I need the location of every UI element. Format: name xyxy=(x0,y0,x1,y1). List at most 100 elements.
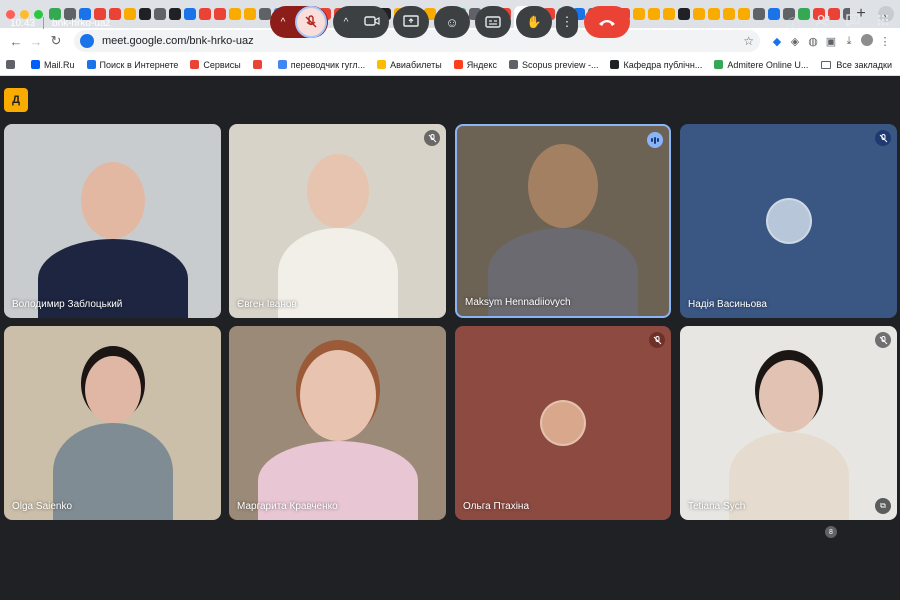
browser-tab[interactable] xyxy=(633,8,645,20)
hangup-icon xyxy=(599,20,615,26)
browser-menu-icon[interactable]: ⋮ xyxy=(876,35,894,48)
url-text: meet.google.com/bnk-hrko-uaz xyxy=(102,35,254,47)
participant-video xyxy=(488,144,638,316)
participant-tile[interactable]: Maksym Hennadiiovych xyxy=(455,124,671,318)
back-arrow-icon[interactable]: ← xyxy=(6,34,26,49)
participant-video xyxy=(728,360,849,520)
participant-tile[interactable]: Надія Васиньова xyxy=(680,124,897,318)
browser-tab[interactable] xyxy=(738,8,750,20)
bookmark-item[interactable]: Сервисы xyxy=(190,60,241,70)
browser-tab[interactable] xyxy=(184,8,196,20)
camera-options-chevron-up-icon[interactable]: ^ xyxy=(335,17,357,28)
camera-control-group: ^ xyxy=(333,6,389,38)
meeting-info-button[interactable]: ⓘ xyxy=(783,14,803,33)
speaking-indicator-icon xyxy=(647,132,663,148)
all-bookmarks-button[interactable]: Все закладки xyxy=(821,60,892,70)
captions-button[interactable] xyxy=(475,6,511,38)
mic-muted-icon xyxy=(424,130,440,146)
camera-button[interactable] xyxy=(357,15,387,30)
participant-name: Tetiana Sych xyxy=(688,501,746,512)
participant-tile[interactable]: Євген Іванов xyxy=(229,124,446,318)
mic-control-group: ^ xyxy=(270,6,328,38)
raise-hand-button[interactable]: ✋ xyxy=(516,6,552,38)
browser-tab[interactable] xyxy=(768,8,780,20)
participant-count-badge: 8 xyxy=(825,526,837,538)
activities-button[interactable] xyxy=(873,14,893,29)
browser-tab[interactable] xyxy=(169,8,181,20)
browser-tab[interactable] xyxy=(708,8,720,20)
mic-options-chevron-up-icon[interactable]: ^ xyxy=(271,17,295,28)
profile-avatar[interactable] xyxy=(858,33,876,49)
chat-button[interactable] xyxy=(843,14,863,30)
bookmark-label: переводчик гугл... xyxy=(290,59,366,70)
bookmark-item[interactable]: Кафедра публічн... xyxy=(610,60,702,70)
bookmark-favicon-icon xyxy=(453,60,463,69)
browser-tab[interactable] xyxy=(259,8,271,20)
participant-name: Maksym Hennadiiovych xyxy=(465,297,571,308)
download-icon[interactable]: ⤓ xyxy=(840,35,858,48)
bookmark-star-icon[interactable]: ☆ xyxy=(743,34,754,48)
captions-icon xyxy=(485,16,501,28)
participant-tile[interactable]: Володимир Заблоцький xyxy=(4,124,221,318)
participant-video xyxy=(52,356,173,520)
bookmark-favicon-icon xyxy=(714,60,724,69)
browser-tab[interactable] xyxy=(139,8,151,20)
browser-tab[interactable] xyxy=(663,8,675,20)
browser-tab[interactable] xyxy=(244,8,256,20)
bookmark-favicon-icon xyxy=(31,60,40,69)
forward-arrow-icon[interactable]: → xyxy=(26,34,46,49)
extension-icon[interactable]: ◈ xyxy=(786,35,804,48)
mic-off-icon xyxy=(305,15,317,28)
site-info-icon[interactable] xyxy=(80,34,94,48)
browser-tab[interactable] xyxy=(214,8,226,20)
browser-tab[interactable] xyxy=(199,8,211,20)
bookmark-item[interactable] xyxy=(252,60,266,70)
present-screen-button[interactable] xyxy=(393,6,429,38)
browser-tab[interactable] xyxy=(109,8,121,20)
bookmark-item[interactable]: Авиабилеты xyxy=(377,60,442,70)
participant-tile[interactable]: Olga Saienko xyxy=(4,326,221,520)
extension-icon[interactable]: ◆ xyxy=(768,35,786,48)
extensions-puzzle-icon[interactable]: ▣ xyxy=(822,35,840,48)
leave-call-button[interactable] xyxy=(584,6,630,38)
info-icon: ⓘ xyxy=(786,17,800,32)
emoji-icon: ☺ xyxy=(445,14,459,30)
participant-tile[interactable]: Tetiana Sych ⧉ xyxy=(680,326,897,520)
browser-tab[interactable] xyxy=(693,8,705,20)
participant-name: Володимир Заблоцький xyxy=(12,299,123,310)
apps-grid-icon[interactable] xyxy=(6,60,19,69)
extension-icon[interactable]: ◍ xyxy=(804,35,822,48)
meet-activity-logo[interactable]: Д xyxy=(4,88,28,112)
browser-tab[interactable] xyxy=(124,8,136,20)
bookmark-label: Поиск в Интернете xyxy=(99,59,179,70)
bookmark-item[interactable]: Scopus preview -... xyxy=(508,60,598,70)
participant-avatar xyxy=(765,198,812,244)
browser-tab[interactable] xyxy=(154,8,166,20)
bookmark-item[interactable]: Admitere Online U... xyxy=(714,60,808,70)
bookmark-item[interactable]: Mail.Ru xyxy=(31,60,75,70)
mic-off-button[interactable] xyxy=(295,6,327,38)
participant-tile[interactable]: Ольга Птахіна xyxy=(455,326,671,520)
participant-video xyxy=(257,350,418,520)
bookmark-label: Авиабилеты xyxy=(390,59,442,70)
browser-tab[interactable] xyxy=(723,8,735,20)
browser-tab[interactable] xyxy=(678,8,690,20)
bookmark-item[interactable]: Поиск в Интернете xyxy=(86,59,179,70)
bookmark-label: Mail.Ru xyxy=(44,59,75,70)
reload-icon[interactable]: ↻ xyxy=(46,33,66,49)
browser-tab[interactable] xyxy=(648,8,660,20)
participant-name: Ольга Птахіна xyxy=(463,501,530,512)
picture-in-picture-icon[interactable]: ⧉ xyxy=(875,498,891,514)
bookmark-item[interactable]: Яндекс xyxy=(453,60,497,70)
bookmark-favicon-icon xyxy=(86,60,96,69)
bookmark-item[interactable]: переводчик гугл... xyxy=(277,59,366,70)
browser-tab[interactable] xyxy=(753,8,765,20)
more-options-button[interactable]: ⋮ xyxy=(556,6,578,38)
people-button[interactable] xyxy=(813,14,833,29)
participant-name: Євген Іванов xyxy=(237,299,297,310)
browser-tab[interactable] xyxy=(229,8,241,20)
mic-muted-icon xyxy=(875,332,891,348)
reactions-button[interactable]: ☺ xyxy=(434,6,470,38)
participant-tile[interactable]: Маргарита Кравченко xyxy=(229,326,446,520)
mic-muted-icon xyxy=(875,130,891,146)
